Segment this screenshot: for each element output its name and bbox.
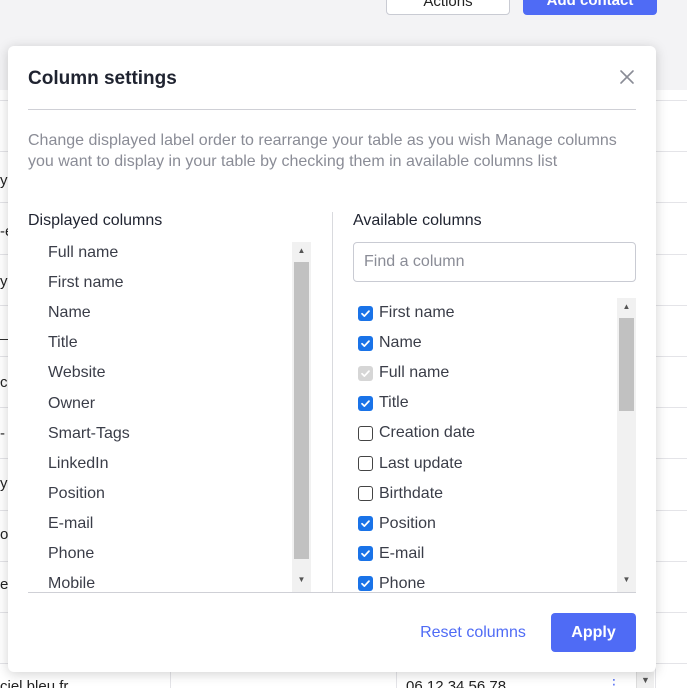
available-column-item[interactable]: Name: [358, 332, 422, 354]
column-checkbox[interactable]: [358, 516, 373, 532]
column-checkbox[interactable]: [358, 456, 373, 471]
scroll-thumb[interactable]: [619, 318, 634, 411]
available-column-item[interactable]: Last update: [358, 453, 463, 475]
column-checkbox[interactable]: [358, 395, 373, 411]
displayed-column-item[interactable]: Full name: [48, 244, 118, 262]
find-column-input[interactable]: [353, 242, 636, 282]
column-checkbox[interactable]: [358, 425, 373, 441]
displayed-column-item[interactable]: LinkedIn: [48, 455, 109, 473]
add-contact-button[interactable]: Add contact: [523, 0, 657, 15]
available-column-label: Name: [379, 334, 422, 352]
displayed-column-item[interactable]: Website: [48, 364, 106, 382]
available-column-label: Title: [379, 394, 409, 412]
available-column-item[interactable]: Creation date: [358, 422, 475, 444]
available-column-item[interactable]: E-mail: [358, 543, 424, 565]
footer-divider: [28, 592, 636, 593]
chevron-down-icon[interactable]: ▼: [636, 672, 654, 688]
actions-button[interactable]: Actions: [386, 0, 510, 15]
available-column-label: Birthdate: [379, 484, 444, 502]
available-column-label: Phone: [379, 574, 426, 592]
displayed-columns-list: Full name First name Name Title Website Owner…: [28, 242, 312, 592]
displayed-column-item[interactable]: Owner: [48, 395, 95, 413]
displayed-column-item[interactable]: Title: [48, 334, 78, 352]
column-checkbox[interactable]: [358, 365, 373, 381]
available-column-label: First name: [379, 304, 455, 321]
chevron-down-icon[interactable]: ▼: [292, 571, 311, 588]
displayed-column-item[interactable]: Mobile: [48, 575, 95, 592]
column-settings-modal: Column settings Change displayed label o…: [8, 46, 656, 672]
chevron-up-icon[interactable]: ▲: [292, 242, 311, 259]
displayed-column-item[interactable]: Position: [48, 485, 105, 503]
column-checkbox[interactable]: [358, 546, 373, 562]
available-column-item[interactable]: First name: [358, 302, 455, 324]
displayed-scrollbar[interactable]: ▲ ▼: [292, 242, 311, 592]
available-column-label: Creation date: [379, 424, 476, 442]
available-column-item[interactable]: Position: [358, 513, 436, 535]
displayed-column-item[interactable]: Name: [48, 304, 91, 322]
table-cell-email: ciel bleu.fr: [0, 678, 69, 688]
displayed-column-item[interactable]: Phone: [48, 545, 94, 563]
available-columns-title: Available columns: [353, 212, 482, 229]
available-column-item[interactable]: Birthdate: [358, 483, 443, 505]
column-checkbox[interactable]: [358, 305, 373, 321]
modal-description: Change displayed label order to rearrang…: [28, 132, 617, 170]
available-scrollbar[interactable]: ▲ ▼: [617, 298, 636, 592]
displayed-column-item[interactable]: Smart-Tags: [48, 425, 130, 443]
header-divider: [28, 109, 636, 110]
available-column-item[interactable]: Title: [358, 392, 409, 414]
column-checkbox[interactable]: [358, 486, 373, 502]
displayed-columns-title: Displayed columns: [28, 212, 163, 229]
available-column-label: Full name: [379, 364, 450, 382]
available-column-label: E-mail: [379, 544, 425, 562]
available-column-label: Position: [379, 514, 436, 532]
available-column-label: Last update: [379, 454, 463, 472]
chevron-up-icon[interactable]: ▲: [617, 298, 636, 315]
close-icon[interactable]: [617, 67, 637, 87]
available-column-item[interactable]: Phone: [358, 573, 425, 592]
scroll-thumb[interactable]: [294, 262, 309, 559]
available-column-item[interactable]: Full name: [358, 362, 449, 384]
chevron-down-icon[interactable]: ▼: [617, 571, 636, 588]
displayed-column-item[interactable]: First name: [48, 274, 124, 292]
apply-button[interactable]: Apply: [551, 613, 636, 652]
available-columns-list: First name Name Full name Title Creation dat…: [353, 298, 636, 592]
reset-columns-button[interactable]: Reset columns: [408, 613, 538, 652]
displayed-column-item[interactable]: E-mail: [48, 515, 93, 533]
row-menu-icon[interactable]: ⋮: [607, 676, 621, 688]
column-checkbox[interactable]: [358, 335, 373, 351]
column-checkbox[interactable]: [358, 576, 373, 592]
table-cell-phone: 06 12 34 56 78: [406, 678, 507, 688]
modal-title: Column settings: [28, 68, 177, 89]
column-divider: [332, 212, 333, 592]
